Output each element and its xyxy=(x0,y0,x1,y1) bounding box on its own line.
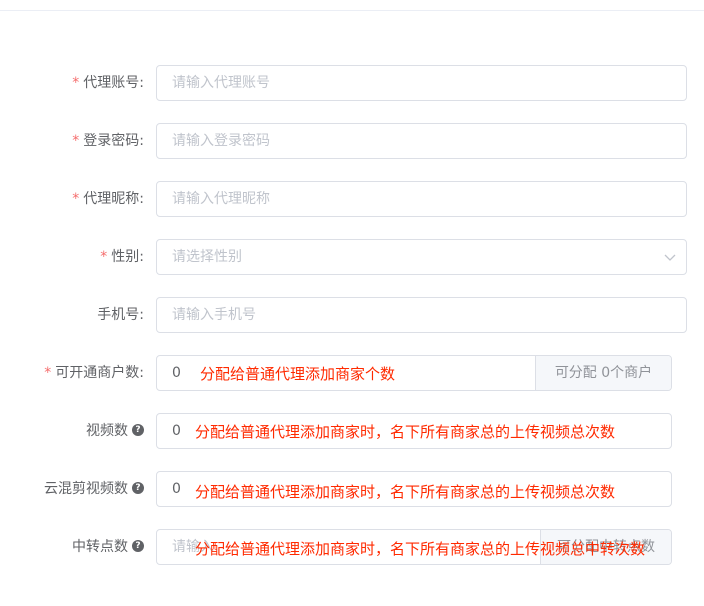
help-icon[interactable]: ? xyxy=(132,482,144,494)
merchant-count-annotation: 分配给普通代理添加商家个数 xyxy=(200,365,396,383)
required-mark: * xyxy=(100,249,108,265)
cloud-edit-video-count-annotation: 分配给普通代理添加商家时，名下所有商家总的上传视频总次数 xyxy=(195,483,616,501)
required-mark: * xyxy=(72,75,80,91)
merchant-count-input[interactable]: 0 xyxy=(172,356,181,390)
form-row-agent-account: * 代理账号: 请输入代理账号 xyxy=(0,65,704,101)
chevron-down-icon[interactable] xyxy=(664,251,676,263)
form-row-gender: * 性别: 请选择性别 xyxy=(0,239,704,275)
login-password-label: * 登录密码: xyxy=(72,133,144,149)
relay-points-annotation: 分配给普通代理添加商家时，名下所有商家总的上传视频总中转次数 xyxy=(195,540,646,558)
relay-points-label: 中转点数? xyxy=(0,529,144,565)
help-icon[interactable]: ? xyxy=(132,424,144,436)
agent-account-label: * 代理账号: xyxy=(72,75,144,91)
phone-input[interactable]: 请输入手机号 xyxy=(156,297,687,333)
video-count-label: 视频数? xyxy=(0,413,144,449)
phone-label: 手机号: xyxy=(97,307,144,323)
cloud-edit-video-count-label: 云混剪视频数? xyxy=(0,471,144,507)
login-password-placeholder: 请输入登录密码 xyxy=(172,133,270,149)
login-password-input[interactable]: 请输入登录密码 xyxy=(156,123,687,159)
agent-nickname-label: * 代理昵称: xyxy=(72,191,144,207)
cloud-edit-video-count-input[interactable]: 0 xyxy=(172,472,181,506)
header-divider xyxy=(0,10,704,11)
required-mark: * xyxy=(72,191,80,207)
gender-select[interactable]: 请选择性别 xyxy=(156,239,687,275)
help-icon[interactable]: ? xyxy=(132,540,144,552)
required-mark: * xyxy=(72,133,80,149)
form-row-login-password: * 登录密码: 请输入登录密码 xyxy=(0,123,704,159)
video-count-annotation: 分配给普通代理添加商家时，名下所有商家总的上传视频总次数 xyxy=(195,423,616,441)
form-row-video-count: 视频数? 0 分配给普通代理添加商家时，名下所有商家总的上传视频总次数 xyxy=(0,413,704,449)
form-row-agent-nickname: * 代理昵称: 请输入代理昵称 xyxy=(0,181,704,217)
gender-placeholder: 请选择性别 xyxy=(172,249,242,265)
form-row-relay-points: 中转点数? 请输入 可分配中转点数 分配给普通代理添加商家时，名下所有商家总的上… xyxy=(0,529,704,565)
form-row-merchant-count: * 可开通商户数: 0 可分配 0个商户 分配给普通代理添加商家个数 xyxy=(0,355,704,391)
agent-nickname-input[interactable]: 请输入代理昵称 xyxy=(156,181,687,217)
form-row-phone: 手机号: 请输入手机号 xyxy=(0,297,704,333)
merchant-count-label: * 可开通商户数: xyxy=(44,365,144,381)
agent-nickname-placeholder: 请输入代理昵称 xyxy=(172,191,270,207)
gender-label: * 性别: xyxy=(100,249,144,265)
agent-account-input[interactable]: 请输入代理账号 xyxy=(156,65,687,101)
video-count-input[interactable]: 0 xyxy=(172,414,181,448)
merchant-count-append: 可分配 0个商户 xyxy=(535,356,671,390)
required-mark: * xyxy=(44,365,52,381)
phone-placeholder: 请输入手机号 xyxy=(172,307,256,323)
form-row-cloud-edit-video-count: 云混剪视频数? 0 分配给普通代理添加商家时，名下所有商家总的上传视频总次数 xyxy=(0,471,704,507)
agent-account-placeholder: 请输入代理账号 xyxy=(172,75,270,91)
